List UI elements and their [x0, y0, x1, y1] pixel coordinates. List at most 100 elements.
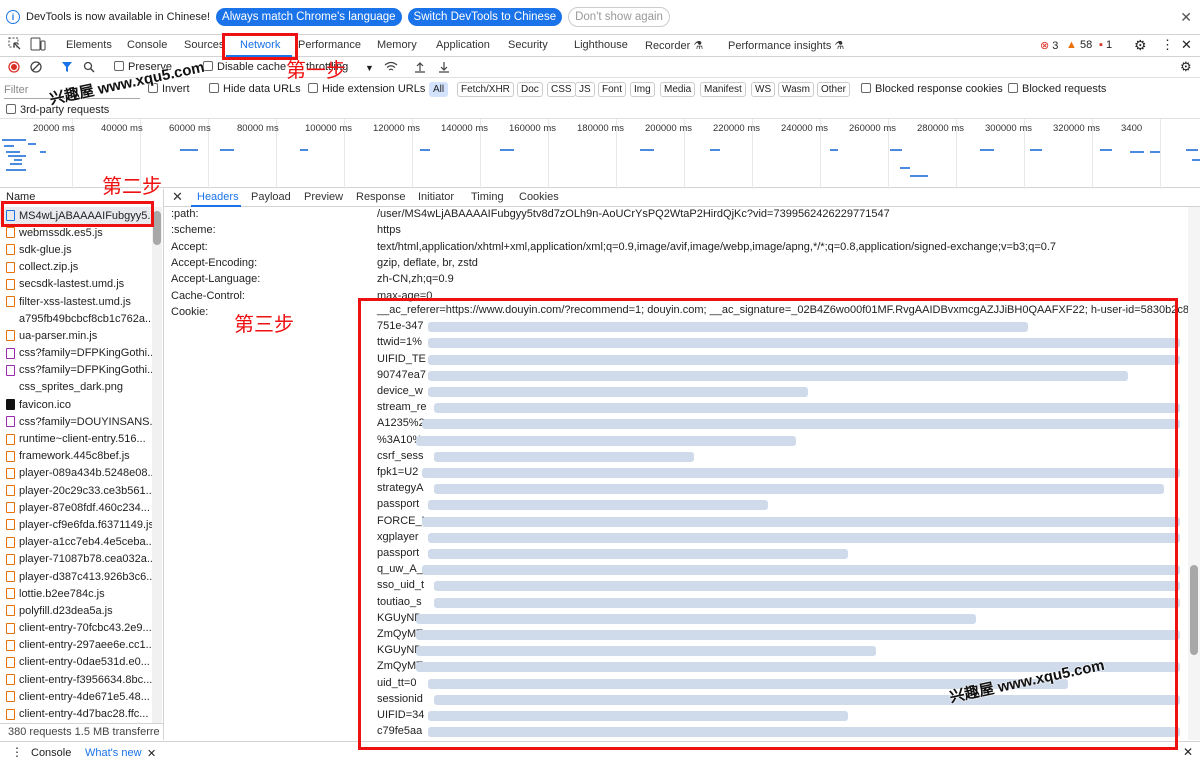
request-row[interactable]: framework.445c8bef.js: [0, 448, 152, 465]
request-row[interactable]: runtime~client-entry.516...: [0, 430, 152, 447]
chip-manifest[interactable]: Manifest: [700, 82, 746, 97]
request-row[interactable]: client-entry-0dae531d.e0...: [0, 654, 152, 671]
warning-count[interactable]: ▲ 58: [1066, 39, 1092, 51]
tab-elements[interactable]: Elements: [66, 39, 112, 51]
settings-gear-icon[interactable]: ⚙: [1134, 37, 1147, 54]
search-icon[interactable]: [83, 61, 95, 76]
inspect-element-icon[interactable]: [8, 37, 22, 54]
tab-headers[interactable]: Headers: [197, 191, 239, 203]
hide-extension-urls-checkbox[interactable]: Hide extension URLs: [308, 83, 425, 95]
request-row[interactable]: player-71087b78.cea032a...: [0, 551, 152, 568]
request-row[interactable]: ua-parser.min.js: [0, 327, 152, 344]
request-row[interactable]: player-87e08fdf.460c234...: [0, 499, 152, 516]
drawer-menu-icon[interactable]: ⋮: [11, 745, 23, 759]
tab-memory[interactable]: Memory: [377, 39, 417, 51]
export-har-icon[interactable]: [438, 61, 450, 76]
issue-icon: ▪: [1099, 39, 1103, 51]
request-row[interactable]: css?family=DFPKingGothi...: [0, 345, 152, 362]
device-toolbar-icon[interactable]: [30, 37, 46, 54]
clear-icon[interactable]: [30, 61, 42, 76]
headers-scrollbar[interactable]: [1188, 207, 1200, 740]
blocked-requests-checkbox[interactable]: Blocked requests: [1008, 83, 1106, 95]
request-row[interactable]: player-cf9e6fda.f6371149.js: [0, 516, 152, 533]
record-icon[interactable]: [8, 61, 20, 76]
network-settings-gear-icon[interactable]: ⚙: [1180, 59, 1192, 75]
hide-data-urls-checkbox[interactable]: Hide data URLs: [209, 83, 301, 95]
filter-funnel-icon[interactable]: [61, 61, 73, 76]
timeline-request-bar: [1150, 151, 1160, 153]
disable-cache-checkbox[interactable]: Disable cache: [203, 61, 286, 73]
tab-cookies[interactable]: Cookies: [519, 191, 559, 203]
request-row[interactable]: client-entry-297aee6e.cc1...: [0, 637, 152, 654]
tab-recorder[interactable]: Recorder ⚗: [645, 39, 703, 52]
request-row[interactable]: client-entry-f3956634.8bc...: [0, 671, 152, 688]
chip-css[interactable]: CSS: [547, 82, 576, 97]
tab-performance[interactable]: Performance: [298, 39, 361, 51]
drawer-tab-console[interactable]: Console: [31, 747, 71, 759]
close-devtools-icon[interactable]: ✕: [1181, 37, 1192, 53]
request-row[interactable]: css?family=DOUYINSANS...: [0, 413, 152, 430]
request-row[interactable]: client-entry-4de671e5.48...: [0, 688, 152, 705]
script-file-icon: [6, 278, 15, 290]
chip-media[interactable]: Media: [660, 82, 696, 97]
tab-payload[interactable]: Payload: [251, 191, 291, 203]
request-row[interactable]: client-entry-70fcbc43.2e9...: [0, 620, 152, 637]
request-row[interactable]: favicon.ico: [0, 396, 152, 413]
script-file-icon: [6, 227, 15, 239]
tab-initiator[interactable]: Initiator: [418, 191, 454, 203]
chip-img[interactable]: Img: [630, 82, 655, 97]
request-row[interactable]: filter-xss-lastest.umd.js: [0, 293, 152, 310]
request-row[interactable]: secsdk-lastest.umd.js: [0, 276, 152, 293]
favicon-icon: [6, 399, 15, 411]
dont-show-again-button[interactable]: Don't show again: [568, 7, 670, 27]
chip-js[interactable]: JS: [575, 82, 595, 97]
request-row[interactable]: a795fb49bcbcf8cb1c762a...: [0, 310, 152, 327]
request-name: ua-parser.min.js: [19, 329, 98, 342]
request-row[interactable]: player-20c29c33.ce3b561...: [0, 482, 152, 499]
chevron-down-icon[interactable]: ▼: [365, 63, 374, 73]
request-row[interactable]: sdk-glue.js: [0, 241, 152, 258]
tab-timing[interactable]: Timing: [471, 191, 504, 203]
chip-font[interactable]: Font: [598, 82, 627, 97]
network-timeline-overview[interactable]: 20000 ms 40000 ms 60000 ms 80000 ms 100000 m…: [0, 118, 1200, 189]
request-row[interactable]: player-089a434b.5248e08...: [0, 465, 152, 482]
close-drawer-icon[interactable]: ✕: [1183, 745, 1193, 759]
request-row[interactable]: player-a1cc7eb4.4e5ceba...: [0, 534, 152, 551]
close-details-icon[interactable]: ✕: [172, 189, 183, 205]
chip-all[interactable]: All: [429, 82, 449, 97]
tab-response[interactable]: Response: [356, 191, 406, 203]
tab-console[interactable]: Console: [127, 39, 167, 51]
tab-lighthouse[interactable]: Lighthouse: [574, 39, 628, 51]
import-har-icon[interactable]: [414, 61, 426, 76]
drawer-tab-whats-new[interactable]: What's new: [85, 747, 142, 759]
tab-performance-insights[interactable]: Performance insights ⚗: [728, 39, 844, 52]
tab-security[interactable]: Security: [508, 39, 548, 51]
close-icon[interactable]: ✕: [1180, 9, 1192, 26]
request-row[interactable]: client-entry-4d7bac28.ffc...: [0, 705, 152, 722]
close-drawer-tab-icon[interactable]: ✕: [147, 747, 156, 760]
request-row[interactable]: collect.zip.js: [0, 259, 152, 276]
chip-doc[interactable]: Doc: [517, 82, 543, 97]
chip-other[interactable]: Other: [817, 82, 851, 97]
more-options-icon[interactable]: ⋮: [1161, 37, 1174, 53]
network-conditions-icon[interactable]: [384, 61, 398, 76]
request-list-scrollbar[interactable]: [152, 207, 162, 723]
error-count[interactable]: ⊗ 3: [1040, 39, 1058, 52]
tab-preview[interactable]: Preview: [304, 191, 343, 203]
issues-count[interactable]: ▪ 1: [1099, 39, 1112, 51]
chip-wasm[interactable]: Wasm: [778, 82, 814, 97]
request-row[interactable]: css_sprites_dark.png: [0, 379, 152, 396]
request-row[interactable]: lottie.b2ee784c.js: [0, 585, 152, 602]
switch-to-chinese-button[interactable]: Switch DevTools to Chinese: [407, 8, 563, 26]
always-match-language-button[interactable]: Always match Chrome's language: [216, 8, 402, 26]
timeline-request-bar: [180, 149, 198, 151]
chip-ws[interactable]: WS: [751, 82, 776, 97]
tab-application[interactable]: Application: [436, 39, 490, 51]
request-row[interactable]: css?family=DFPKingGothi...: [0, 362, 152, 379]
request-row[interactable]: player-d387c413.926b3c6...: [0, 568, 152, 585]
script-file-icon: [6, 622, 15, 634]
request-row[interactable]: polyfill.d23dea5a.js: [0, 602, 152, 619]
chip-fetch-xhr[interactable]: Fetch/XHR: [457, 82, 514, 97]
tab-sources[interactable]: Sources: [184, 39, 224, 51]
blocked-response-cookies-checkbox[interactable]: Blocked response cookies: [861, 83, 1003, 95]
